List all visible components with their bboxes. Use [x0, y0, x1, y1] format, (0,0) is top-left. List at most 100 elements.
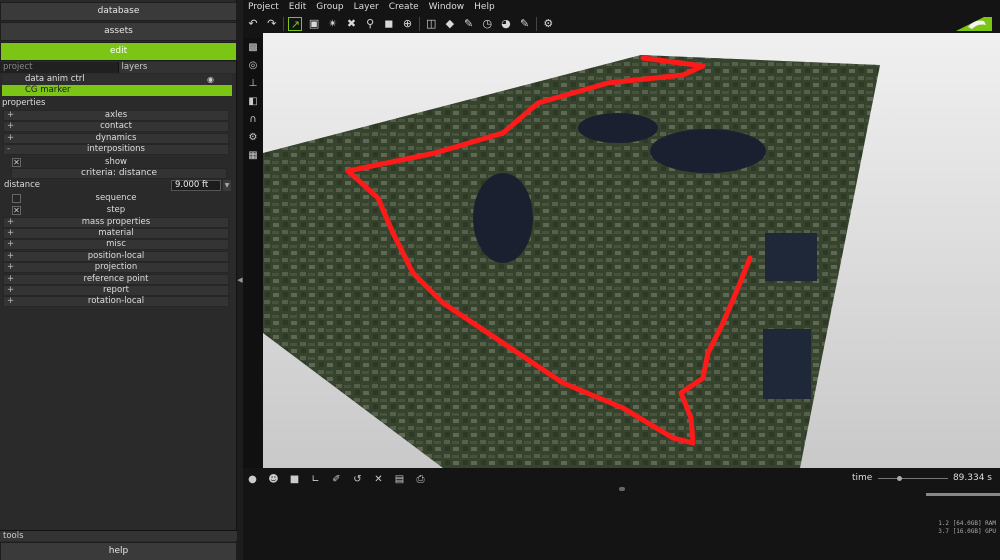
prop-dynamics[interactable]: + dynamics [3, 132, 229, 144]
measure-icon[interactable]: ◕ [499, 17, 513, 31]
tab-layers[interactable]: layers [118, 62, 237, 73]
menu-create[interactable]: Create [384, 0, 424, 15]
menu-group[interactable]: Group [311, 0, 348, 15]
rectangle-select-icon[interactable]: ▣ [307, 17, 321, 31]
edit-button[interactable]: edit [0, 42, 237, 61]
step-row: ✕ step [3, 204, 229, 217]
app-logo [956, 17, 992, 31]
delete-icon[interactable]: ✖ [344, 17, 358, 31]
distance-field[interactable]: 9.000 ft [171, 180, 221, 192]
prop-axles[interactable]: + axles [3, 110, 229, 121]
close-icon[interactable]: ✕ [372, 473, 385, 486]
fish-icon[interactable]: ✐ [330, 473, 343, 486]
menu-project[interactable]: Project [243, 0, 284, 15]
grid-icon[interactable]: ▦ [245, 148, 261, 164]
prop-label: misc [106, 239, 126, 250]
time-value: 89.334 s [952, 473, 992, 483]
distance-row: distance 9.000 ft ▼ [3, 179, 231, 192]
tag-icon[interactable]: ◆ [443, 17, 457, 31]
printer-icon[interactable]: ⎙ [414, 473, 427, 486]
expand-icon: + [7, 227, 15, 238]
prop-label: position-local [87, 250, 145, 261]
lower-panel [243, 489, 1000, 560]
lake [578, 113, 658, 143]
expand-icon: + [7, 110, 15, 120]
trash-icon[interactable]: ◫ [424, 17, 438, 31]
tree-item-data-anim-ctrl[interactable]: data anim ctrl ◉ [2, 74, 232, 85]
distance-label: distance [4, 180, 41, 191]
toolbar-divider [419, 17, 421, 31]
chevron-down-icon[interactable]: ▼ [223, 180, 231, 192]
assets-button[interactable]: assets [0, 22, 237, 41]
time-slider-track[interactable] [878, 478, 948, 479]
prop-label: projection [94, 262, 138, 273]
head-icon[interactable]: ☻ [267, 473, 280, 486]
time-slider-handle[interactable] [897, 476, 902, 481]
graph-icon[interactable]: ∟ [309, 473, 322, 486]
tree-item-label: data anim ctrl [25, 74, 85, 84]
transform-icon[interactable]: ✴ [326, 17, 340, 31]
magnet-icon[interactable]: ∩ [245, 112, 261, 128]
redo-icon[interactable]: ↷ [265, 17, 279, 31]
database-button[interactable]: database [0, 2, 237, 21]
menu-window[interactable]: Window [424, 0, 470, 15]
menu-edit[interactable]: Edit [284, 0, 311, 15]
toolbar: ↶ ↷ ↗ ▣ ✴ ✖ ⚲ ◼ ⊕ ◫ ◆ ✎ ◷ ◕ ✎ ⚙ [243, 15, 1000, 33]
select-arrow-icon[interactable]: ↗ [288, 17, 303, 31]
prop-report[interactable]: + report [3, 284, 229, 296]
timeline-bar: ● ☻ ■ ∟ ✐ ↺ ✕ ▤ ⎙ [243, 469, 1000, 489]
show-checkbox[interactable]: ✕ [12, 157, 21, 167]
prop-projection[interactable]: + projection [3, 262, 229, 274]
sphere-icon[interactable]: ● [246, 473, 259, 486]
ruler-icon[interactable]: ✎ [518, 17, 532, 31]
crosshair-icon[interactable]: ⊕ [401, 17, 415, 31]
axes-icon[interactable]: ⊥ [245, 76, 261, 92]
cube-icon[interactable]: ◼ [382, 17, 396, 31]
ram-usage: 1.2 [64.0GB] RAM [938, 520, 996, 527]
prop-material[interactable]: + material [3, 227, 229, 239]
orbit-icon[interactable]: ◎ [245, 58, 261, 74]
eye-icon[interactable]: ◉ [207, 74, 214, 85]
timeline-cursor[interactable] [619, 487, 625, 491]
path-icon[interactable]: ↺ [351, 473, 364, 486]
prop-rotation-local[interactable]: + rotation-local [3, 296, 229, 308]
properties-list: + axles + contact + dynamics - interposition… [3, 110, 231, 308]
tree-item-cg-marker[interactable]: CG marker [2, 85, 232, 96]
camera-icon[interactable]: ▩ [245, 40, 261, 56]
eraser-icon[interactable]: ✎ [462, 17, 476, 31]
undo-icon[interactable]: ↶ [246, 17, 260, 31]
view-cube-icon[interactable]: ◧ [245, 94, 261, 110]
settings-icon[interactable]: ⚙ [541, 17, 555, 31]
prop-position-local[interactable]: + position-local [3, 250, 229, 262]
prop-label: rotation-local [87, 296, 145, 307]
tree-item-label: CG marker [25, 85, 71, 95]
criteria-dropdown[interactable]: criteria: distance [11, 168, 227, 180]
gauge-icon[interactable]: ◷ [480, 17, 494, 31]
prop-mass-properties[interactable]: + mass properties [3, 216, 229, 228]
prop-contact[interactable]: + contact [3, 121, 229, 133]
prop-label: reference point [83, 273, 149, 284]
time-label: time [852, 473, 873, 483]
playback-progress-bar[interactable] [926, 493, 1000, 496]
zoom-icon[interactable]: ⚲ [363, 17, 377, 31]
help-button[interactable]: help [0, 542, 237, 560]
menu-help[interactable]: Help [469, 0, 500, 15]
gpu-usage: 3.7 [16.0GB] GPU [938, 528, 996, 535]
viewport-side-toolbar: ▩ ◎ ⊥ ◧ ∩ ⚙ ▦ [243, 38, 263, 468]
expand-icon: + [7, 273, 15, 284]
square-icon[interactable]: ■ [288, 473, 301, 486]
sequence-row: sequence [3, 192, 229, 205]
prop-misc[interactable]: + misc [3, 239, 229, 251]
prop-reference-point[interactable]: + reference point [3, 273, 229, 285]
tools-label[interactable]: tools [0, 530, 237, 541]
3d-viewport[interactable] [263, 33, 1000, 468]
gear-cluster-icon[interactable]: ⚙ [245, 130, 261, 146]
layer-tree: data anim ctrl ◉ CG marker [2, 74, 232, 96]
prop-interpositions[interactable]: - interpositions [3, 144, 229, 156]
document-icon[interactable]: ▤ [393, 473, 406, 486]
menu-layer[interactable]: Layer [349, 0, 384, 15]
tab-project[interactable]: project [0, 62, 119, 73]
step-checkbox[interactable]: ✕ [12, 206, 21, 216]
prop-label: mass properties [81, 216, 151, 227]
sequence-checkbox[interactable] [12, 193, 21, 203]
